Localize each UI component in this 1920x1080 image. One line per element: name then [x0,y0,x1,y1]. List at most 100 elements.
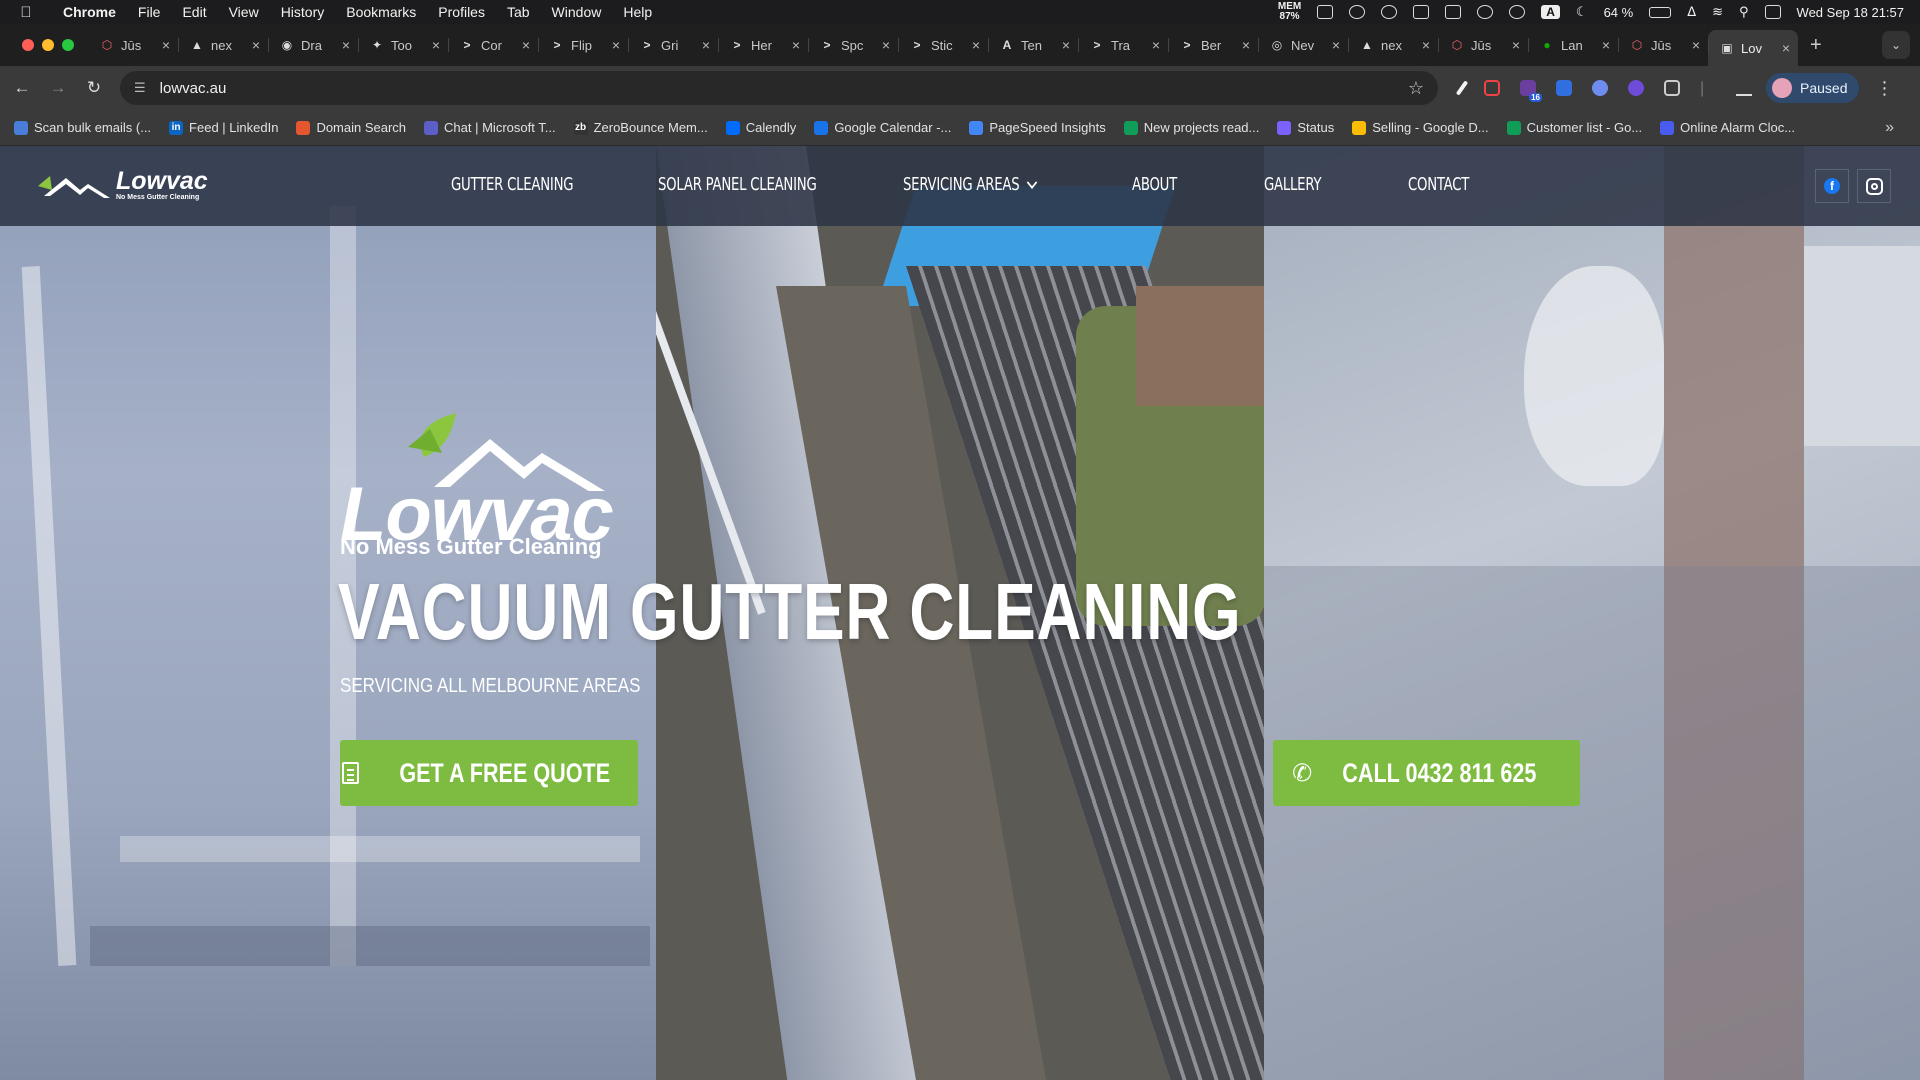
tab-active[interactable]: ▣ Lov × [1708,30,1798,66]
browser-tab[interactable]: > Spc × [808,29,898,61]
address-url[interactable]: lowvac.au [160,80,227,97]
wifi-icon[interactable]: ≋ [1712,4,1723,20]
browser-tab[interactable]: > Her × [718,29,808,61]
get-free-quote-button[interactable]: GET A FREE QUOTE [340,740,638,806]
tab-search-button[interactable]: ⌄ [1882,31,1910,59]
site-info-icon[interactable]: ☰ [134,80,146,96]
extension-red-icon[interactable] [1484,80,1500,96]
nav-servicing-areas[interactable]: SERVICING AREAS [903,174,1038,195]
close-tab-icon[interactable]: × [702,37,710,53]
close-tab-icon[interactable]: × [432,37,440,53]
browser-tab[interactable]: > Tra × [1078,29,1168,61]
bookmark-item[interactable]: Calendly [725,120,796,135]
bookmark-item[interactable]: Google Calendar -... [814,120,951,135]
mouse-icon[interactable] [1381,5,1398,19]
menu-history[interactable]: History [270,4,336,20]
browser-tab[interactable]: ▲ nex × [178,29,268,61]
bookmark-item[interactable]: Status [1277,120,1334,135]
eyedropper-icon[interactable] [1455,80,1469,96]
menu-help[interactable]: Help [612,4,663,20]
zoom-window-icon[interactable] [62,39,74,51]
menu-file[interactable]: File [127,4,172,20]
bookmark-item[interactable]: Chat | Microsoft T... [424,120,556,135]
spotlight-search-icon[interactable]: ⚲ [1739,4,1749,20]
menu-window[interactable]: Window [541,4,613,20]
instagram-button[interactable] [1857,169,1891,203]
bookmark-item[interactable]: zb ZeroBounce Mem... [573,120,708,135]
browser-tab[interactable]: > Stic × [898,29,988,61]
browser-tab[interactable]: ⬡ Jūs × [1618,29,1708,61]
bookmark-item[interactable]: Scan bulk emails (... [14,120,151,135]
browser-tab[interactable]: ◉ Dra × [268,29,358,61]
browser-tab[interactable]: ⬡ Jūs × [88,29,178,61]
nav-gutter-cleaning[interactable]: GUTTER CLEANING [451,174,574,195]
forward-button[interactable]: → [40,78,76,98]
close-tab-icon[interactable]: × [252,37,260,53]
nav-solar-panel-cleaning[interactable]: SOLAR PANEL CLEANING [658,174,817,195]
close-tab-icon[interactable]: × [162,37,170,53]
close-tab-icon[interactable]: × [1692,37,1700,53]
site-logo[interactable]: Lowvac No Mess Gutter Cleaning [36,168,208,202]
bookmark-item[interactable]: Online Alarm Cloc... [1660,120,1795,135]
browser-tab[interactable]: ✦ Too × [358,29,448,61]
menu-edit[interactable]: Edit [171,4,217,20]
browser-tab[interactable]: ▲ nex × [1348,29,1438,61]
browser-tab[interactable]: ● Lan × [1528,29,1618,61]
downloads-icon[interactable] [1736,80,1752,96]
close-tab-icon[interactable]: × [522,37,530,53]
bookmark-item[interactable]: New projects read... [1123,120,1259,135]
menu-view[interactable]: View [218,4,270,20]
facebook-button[interactable]: f [1815,169,1849,203]
screenshot-icon[interactable] [1317,5,1334,19]
memory-indicator[interactable]: MEM 87% [1278,2,1301,22]
close-window-icon[interactable] [22,39,34,51]
chrome-menu-icon[interactable]: ⋮ [1875,78,1893,99]
close-tab-icon[interactable]: × [882,37,890,53]
menu-app-name[interactable]: Chrome [52,4,127,20]
close-tab-icon[interactable]: × [1422,37,1430,53]
minimize-window-icon[interactable] [42,39,54,51]
menu-tab[interactable]: Tab [496,4,541,20]
close-tab-icon[interactable]: × [972,37,980,53]
reload-button[interactable]: ↻ [76,78,112,98]
airdrop-icon[interactable] [1509,5,1526,19]
new-tab-button[interactable]: + [1810,34,1822,57]
call-phone-button[interactable]: ✆ CALL 0432 811 625 [1273,740,1580,806]
nav-contact[interactable]: CONTACT [1408,174,1469,195]
nav-about[interactable]: ABOUT [1132,174,1177,195]
close-tab-icon[interactable]: × [1152,37,1160,53]
browser-tab[interactable]: ⬡ Jūs × [1438,29,1528,61]
close-tab-icon[interactable]: × [1242,37,1250,53]
close-tab-icon[interactable]: × [1332,37,1340,53]
bookmark-item[interactable]: Domain Search [296,120,406,135]
browser-tab[interactable]: A Ten × [988,29,1078,61]
menu-profiles[interactable]: Profiles [427,4,496,20]
extension-chat-icon[interactable] [1628,80,1644,96]
apple-menu-icon[interactable]:  [0,4,52,21]
bluetooth-icon[interactable]: ᐃ [1687,4,1696,20]
menubar-datetime[interactable]: Wed Sep 18 21:57 [1797,5,1904,20]
back-button[interactable]: ← [4,78,40,98]
extension-e-icon[interactable] [1556,80,1572,96]
openai-icon[interactable] [1477,5,1494,19]
extension-badge-icon[interactable]: 16 [1520,80,1542,102]
bookmark-star-icon[interactable]: ☆ [1408,78,1424,99]
extension-circle-icon[interactable] [1592,80,1608,96]
close-tab-icon[interactable]: × [1062,37,1070,53]
extensions-puzzle-icon[interactable] [1664,80,1680,96]
bookmark-item[interactable]: in Feed | LinkedIn [169,120,278,135]
address-bar[interactable]: ☰ lowvac.au ☆ [120,71,1438,105]
nav-gallery[interactable]: GALLERY [1264,174,1321,195]
battery-percent[interactable]: 64 % [1604,5,1634,20]
close-tab-icon[interactable]: × [1782,40,1790,56]
close-tab-icon[interactable]: × [1602,37,1610,53]
control-center-icon[interactable] [1764,5,1781,19]
browser-tab[interactable]: > Ber × [1168,29,1258,61]
close-tab-icon[interactable]: × [1512,37,1520,53]
browser-tab[interactable]: > Cor × [448,29,538,61]
moon-icon[interactable]: ☾ [1576,4,1588,20]
trophy-icon[interactable] [1413,5,1430,19]
battery-icon[interactable] [1649,6,1672,18]
layers-icon[interactable] [1445,5,1462,19]
bookmark-item[interactable]: Selling - Google D... [1352,120,1489,135]
